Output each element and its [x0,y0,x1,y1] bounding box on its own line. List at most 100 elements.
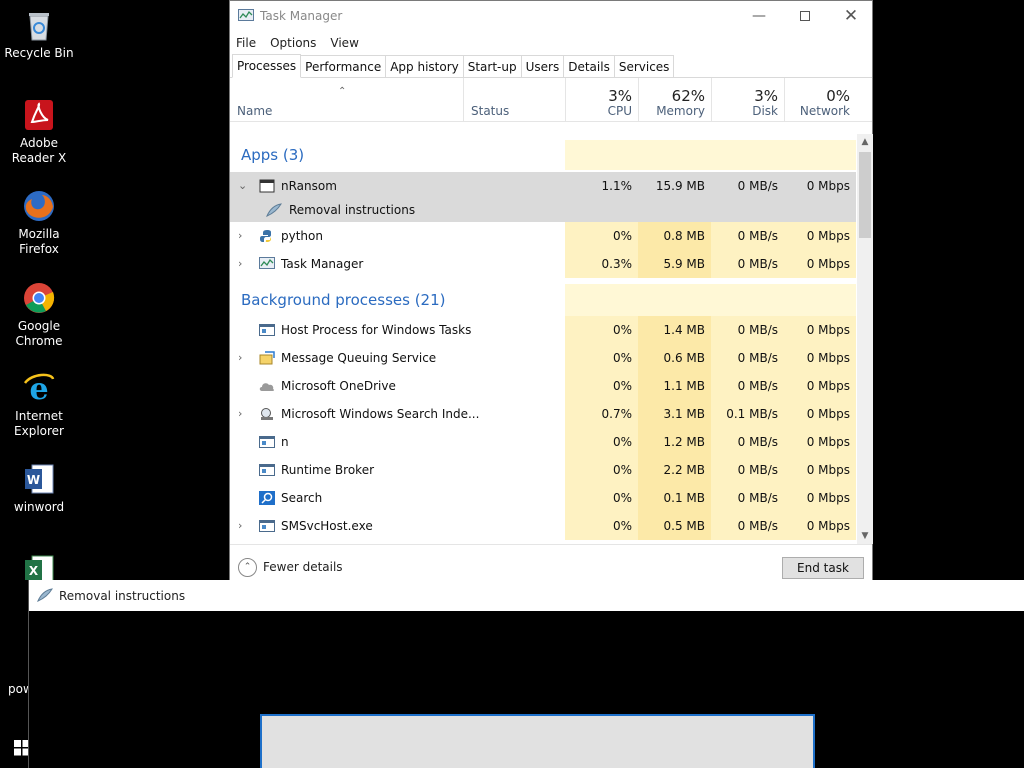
desktop-icon-recycle-bin[interactable]: Recycle Bin [0,8,78,61]
tab-strip: Processes Performance App history Start-… [230,54,872,78]
service-window-icon [259,323,275,337]
desktop-icon-winword[interactable]: W winword [0,462,78,515]
title-bar[interactable]: Removal instructions [29,580,1024,611]
disk-cell: 0 MB/s [737,179,778,193]
process-name: SMSvcHost.exe [281,519,373,533]
cpu-cell: 0% [565,222,638,250]
table-row[interactable]: › Message Queuing Service 0% 0.6 MB 0 MB… [230,344,856,372]
desktop-icon-label: Recycle Bin [4,46,74,60]
fewer-details-chevron-icon[interactable]: ⌃ [238,558,257,577]
service-window-icon [259,519,275,533]
memory-cell: 3.1 MB [638,400,711,428]
group-title: Background processes (21) [241,291,446,309]
table-row[interactable]: › Microsoft Windows Search Inde... 0.7% … [230,400,856,428]
table-row[interactable]: Runtime Broker 0% 2.2 MB 0 MB/s 0 Mbps [230,456,856,484]
disk-cell: 0 MB/s [711,222,784,250]
scroll-up-icon[interactable]: ▲ [857,134,873,150]
group-header-background[interactable]: Background processes (21) [230,284,856,316]
tab-details[interactable]: Details [563,55,615,77]
vertical-scrollbar[interactable]: ▲ ▼ [857,134,873,544]
memory-cell: 1.1 MB [638,372,711,400]
scroll-down-icon[interactable]: ▼ [857,528,873,544]
cpu-cell: 0% [565,428,638,456]
tab-services[interactable]: Services [613,55,675,77]
svg-text:X: X [29,564,39,578]
desktop-icon-chrome[interactable]: Google Chrome [0,281,78,349]
feather-icon [266,203,282,217]
title-bar[interactable]: Task Manager — ✕ [230,1,872,32]
maximize-button[interactable] [782,1,828,31]
desktop-icon-label: Google Chrome [15,319,63,348]
column-name[interactable]: Name [237,104,272,118]
cloud-icon [259,379,275,393]
window-title: Task Manager [260,9,343,23]
group-header-apps[interactable]: Apps (3) [230,140,856,170]
disk-total: 3% [754,87,778,105]
menu-view[interactable]: View [330,36,358,50]
network-cell: 0 Mbps [784,344,856,372]
table-row[interactable]: › python 0% 0.8 MB 0 MB/s 0 Mbps [230,222,856,250]
tab-startup[interactable]: Start-up [462,55,522,77]
network-cell: 0 Mbps [784,456,856,484]
expand-chevron-icon[interactable]: › [238,344,242,372]
collapse-chevron-icon[interactable]: ⌄ [238,172,247,200]
minimize-icon: — [752,8,766,24]
disk-cell: 0 MB/s [711,344,784,372]
memory-label: Memory [656,104,705,118]
desktop-icon-adobe-reader[interactable]: Adobe Reader X [0,98,78,166]
window-app-icon [259,179,275,193]
column-cpu[interactable]: 3% CPU [565,78,638,122]
process-name: n [281,435,289,449]
table-row[interactable]: Microsoft OneDrive 0% 1.1 MB 0 MB/s 0 Mb… [230,372,856,400]
tab-performance[interactable]: Performance [300,55,387,77]
desktop-icon-internet-explorer[interactable]: e Internet Explorer [0,371,78,439]
disk-cell: 0 MB/s [711,316,784,344]
firefox-icon [22,189,56,223]
removal-instructions-window: Removal instructions [28,580,1024,768]
table-row-child[interactable]: Removal instructions [230,198,856,222]
python-icon [259,229,275,243]
task-manager-icon [238,9,254,23]
expand-chevron-icon[interactable]: › [238,512,242,540]
table-row[interactable]: Host Process for Windows Tasks 0% 1.4 MB… [230,316,856,344]
menu-file[interactable]: File [236,36,256,50]
close-button[interactable]: ✕ [828,1,874,31]
column-network[interactable]: 0% Network [784,78,856,122]
close-icon: ✕ [843,6,859,26]
memory-cell: 0.8 MB [638,222,711,250]
memory-cell: 2.2 MB [638,456,711,484]
maximize-icon [800,11,810,21]
table-row[interactable]: › Task Manager 0.3% 5.9 MB 0 MB/s 0 Mbps [230,250,856,278]
tab-app-history[interactable]: App history [385,55,464,77]
column-memory[interactable]: 62% Memory [638,78,711,122]
scrollbar-thumb[interactable] [859,152,871,238]
expand-chevron-icon[interactable]: › [238,400,242,428]
desktop-icon-label: Internet Explorer [14,409,64,438]
expand-chevron-icon[interactable]: › [238,222,242,250]
column-disk[interactable]: 3% Disk [711,78,784,122]
table-row[interactable]: › SMSvcHost.exe 0% 0.5 MB 0 MB/s 0 Mbps [230,512,856,540]
tab-processes[interactable]: Processes [232,54,302,78]
column-status: Status [471,104,510,118]
expand-chevron-icon[interactable]: › [238,250,242,278]
cpu-label: CPU [607,104,632,118]
fewer-details-link[interactable]: Fewer details [263,560,343,574]
process-list: Apps (3) ⌄ nRansom 1.1% 15.9 MB 0 MB/s 0… [230,134,856,544]
table-row[interactable]: n 0% 1.2 MB 0 MB/s 0 Mbps [230,428,856,456]
column-status-header[interactable]: Status [463,78,565,122]
cpu-cell: 1.1% [601,179,633,193]
desktop-icon-label: winword [13,500,65,514]
disk-cell: 0 MB/s [711,428,784,456]
cpu-total: 3% [608,87,632,105]
disk-cell: 0 MB/s [711,512,784,540]
tab-users[interactable]: Users [520,55,565,77]
cpu-cell: 0.3% [565,250,638,278]
table-row[interactable]: Search 0% 0.1 MB 0 MB/s 0 Mbps [230,484,856,512]
table-row[interactable]: ⌄ nRansom 1.1% 15.9 MB 0 MB/s 0 Mbps [230,172,856,200]
cpu-cell: 0.7% [565,400,638,428]
desktop-icon-firefox[interactable]: Mozilla Firefox [0,189,78,257]
end-task-button[interactable]: End task [782,557,864,579]
menu-options[interactable]: Options [270,36,316,50]
minimize-button[interactable]: — [736,1,782,31]
desktop-icon-label: Mozilla Firefox [18,227,60,256]
